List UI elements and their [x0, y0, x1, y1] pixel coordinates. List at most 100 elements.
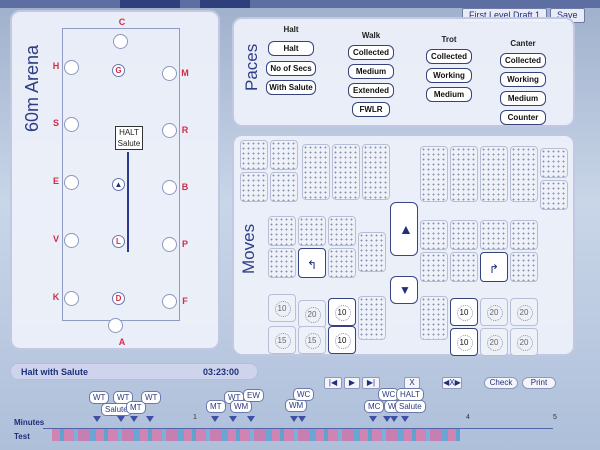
- test-row-label: Test: [14, 432, 30, 441]
- move-long-side-tile[interactable]: [302, 144, 330, 200]
- move-corner-tile[interactable]: [510, 220, 538, 250]
- move-diagonal-tile[interactable]: [240, 140, 268, 170]
- move-corner-tile[interactable]: [420, 220, 448, 250]
- move-corner-tile[interactable]: [358, 232, 386, 272]
- paces-title: Paces: [242, 43, 261, 91]
- move-corner-tile[interactable]: [268, 216, 296, 246]
- letter-b: B: [181, 182, 189, 192]
- timeline-callout[interactable]: MC: [364, 400, 385, 413]
- minutes-row-label: Minutes: [14, 418, 45, 427]
- canter-working-button[interactable]: Working: [500, 72, 546, 87]
- marker-x[interactable]: ▲: [112, 178, 125, 191]
- marker-l[interactable]: L: [112, 235, 125, 248]
- move-diagonal-tile[interactable]: [540, 180, 568, 210]
- trot-working-button[interactable]: Working: [426, 68, 472, 83]
- marker-g[interactable]: G: [112, 64, 125, 77]
- move-serpentine-tile[interactable]: [420, 146, 448, 202]
- walk-medium-button[interactable]: Medium: [348, 64, 394, 79]
- move-loop-tile[interactable]: [420, 296, 448, 340]
- circle-move-tile[interactable]: 10: [450, 328, 478, 356]
- move-corner-tile[interactable]: [480, 220, 508, 250]
- move-diagonal-tile[interactable]: [270, 140, 298, 170]
- marker-v[interactable]: [64, 233, 79, 248]
- move-diagonal-tile[interactable]: [270, 172, 298, 202]
- move-serpentine-tile[interactable]: [450, 146, 478, 202]
- marker-s[interactable]: [64, 117, 79, 132]
- play-button[interactable]: ▶: [344, 377, 360, 389]
- walk-extended-button[interactable]: Extended: [348, 83, 394, 98]
- move-corner-tile[interactable]: [298, 216, 326, 246]
- marker-b[interactable]: [162, 180, 177, 195]
- move-corner-tile[interactable]: [450, 220, 478, 250]
- marker-r[interactable]: [162, 123, 177, 138]
- circle-size-label: 20: [489, 338, 499, 347]
- move-loop-tile[interactable]: [358, 296, 386, 340]
- canter-counter-button[interactable]: Counter: [500, 110, 546, 125]
- print-button[interactable]: Print: [522, 377, 556, 389]
- letter-m: M: [181, 68, 189, 78]
- circle-move-tile[interactable]: 20: [298, 300, 326, 328]
- marker-d[interactable]: D: [112, 292, 125, 305]
- marker-f[interactable]: [162, 294, 177, 309]
- halt-salute-box[interactable]: HALT Salute: [115, 126, 143, 150]
- skip-back-button[interactable]: |◀: [324, 377, 342, 389]
- move-long-side-tile[interactable]: [510, 146, 538, 202]
- circle-move-tile[interactable]: 20: [510, 298, 538, 326]
- timeline-marker-icon: [298, 416, 306, 422]
- pace-with-salute-button[interactable]: With Salute: [266, 80, 316, 95]
- timeline-callout[interactable]: WC: [293, 388, 315, 401]
- circle-move-tile[interactable]: 10: [328, 298, 356, 326]
- marker-m[interactable]: [162, 66, 177, 81]
- move-corner-tile[interactable]: [450, 252, 478, 282]
- marker-e[interactable]: [64, 175, 79, 190]
- test-timeline-bar[interactable]: [52, 429, 460, 441]
- timeline-callout[interactable]: Salute: [395, 400, 426, 413]
- move-diagonal-tile[interactable]: [540, 148, 568, 178]
- letter-c: C: [118, 17, 126, 27]
- circle-move-tile[interactable]: 10: [268, 294, 296, 322]
- move-centerline-up-tile[interactable]: ▲: [390, 202, 418, 256]
- move-turn-tile[interactable]: ↰: [298, 248, 326, 278]
- trot-collected-button[interactable]: Collected: [426, 49, 472, 64]
- letter-k: K: [52, 292, 60, 302]
- walk-column-header: Walk: [361, 31, 381, 40]
- walk-collected-button[interactable]: Collected: [348, 45, 394, 60]
- marker-h[interactable]: [64, 60, 79, 75]
- circle-move-tile[interactable]: 10: [328, 326, 356, 354]
- move-serpentine-tile[interactable]: [362, 144, 390, 200]
- halt-box-line1: HALT: [119, 128, 139, 137]
- timeline-callout[interactable]: EW: [243, 389, 264, 402]
- marker-p[interactable]: [162, 237, 177, 252]
- pace-no-of-secs-button[interactable]: No of Secs: [266, 61, 316, 76]
- canter-collected-button[interactable]: Collected: [500, 53, 546, 68]
- pace-halt-button[interactable]: Halt: [268, 41, 314, 56]
- circle-move-tile[interactable]: 15: [268, 326, 296, 354]
- move-corner-tile[interactable]: [268, 248, 296, 278]
- move-corner-tile[interactable]: [420, 252, 448, 282]
- trot-medium-button[interactable]: Medium: [426, 87, 472, 102]
- canter-medium-button[interactable]: Medium: [500, 91, 546, 106]
- move-diagonal-tile[interactable]: [240, 172, 268, 202]
- marker-k[interactable]: [64, 291, 79, 306]
- skip-forward-button[interactable]: ▶|: [362, 377, 380, 389]
- move-corner-tile[interactable]: [328, 248, 356, 278]
- walk-fwlr-button[interactable]: FWLR: [352, 102, 390, 117]
- expand-button[interactable]: ◀X▶: [442, 377, 462, 389]
- marker-c[interactable]: [113, 34, 128, 49]
- circle-move-tile[interactable]: 20: [480, 328, 508, 356]
- move-centerline-down-tile[interactable]: ▼: [390, 276, 418, 304]
- timeline-callout[interactable]: MT: [206, 400, 226, 413]
- move-long-side-tile[interactable]: [480, 146, 508, 202]
- timeline-callout[interactable]: WT: [141, 391, 162, 404]
- check-button[interactable]: Check: [484, 377, 518, 389]
- move-serpentine-tile[interactable]: [332, 144, 360, 200]
- marker-a[interactable]: [108, 318, 123, 333]
- move-corner-tile[interactable]: [510, 252, 538, 282]
- circle-move-tile[interactable]: 15: [298, 326, 326, 354]
- circle-move-tile[interactable]: 20: [480, 298, 508, 326]
- circle-move-tile[interactable]: 10: [450, 298, 478, 326]
- move-turn-tile[interactable]: ↱: [480, 252, 508, 282]
- circle-move-tile[interactable]: 20: [510, 328, 538, 356]
- turn-arrow-icon: ↱: [488, 262, 500, 276]
- move-corner-tile[interactable]: [328, 216, 356, 246]
